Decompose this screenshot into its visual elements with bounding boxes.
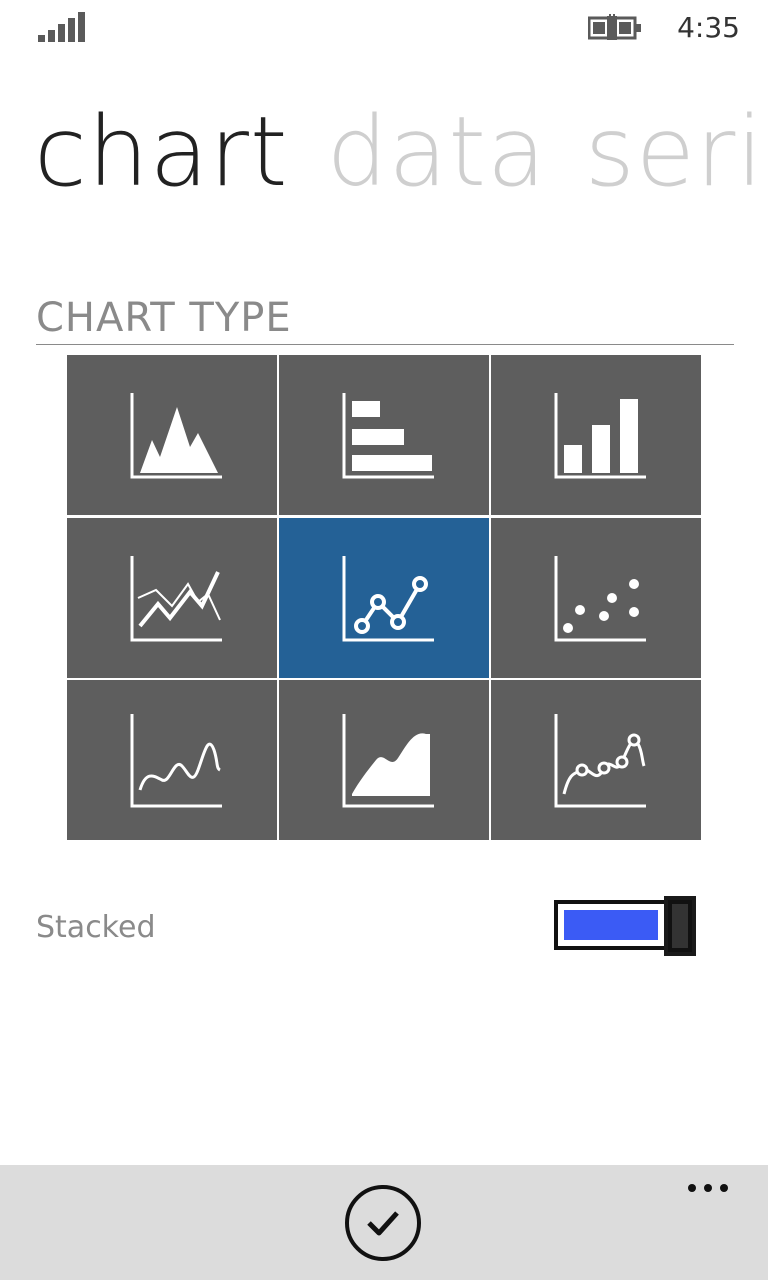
pivot-header: chart data series xyxy=(34,92,768,212)
pivot-item-data[interactable]: data xyxy=(327,96,547,208)
toggle-fill xyxy=(564,910,658,940)
scatter-chart-icon xyxy=(554,556,646,642)
chart-type-tile-line-markers[interactable] xyxy=(279,518,489,678)
spline-markers-chart-icon xyxy=(554,714,646,808)
chart-type-tile-vertical-bar[interactable] xyxy=(491,355,701,515)
status-bar: 4:35 xyxy=(0,0,768,56)
horizontal-bar-chart-icon xyxy=(342,393,434,479)
signal-strength-icon xyxy=(38,12,86,42)
checkmark-icon xyxy=(367,1211,399,1236)
chart-type-heading: CHART TYPE xyxy=(36,295,292,341)
chart-type-tile-scatter[interactable] xyxy=(491,518,701,678)
smooth-area-chart-icon xyxy=(342,714,434,808)
spline-chart-icon xyxy=(130,714,222,808)
vertical-bar-chart-icon xyxy=(554,393,646,479)
stacked-toggle-switch[interactable] xyxy=(554,896,696,956)
multi-line-chart-icon xyxy=(130,556,222,642)
pivot-item-series[interactable]: series xyxy=(585,96,768,208)
chart-type-tile-smooth-area[interactable] xyxy=(279,680,489,840)
chart-type-tile-spline-markers[interactable] xyxy=(491,680,701,840)
section-divider xyxy=(36,344,734,345)
chart-type-tile-multi-line[interactable] xyxy=(67,518,277,678)
line-markers-chart-icon xyxy=(342,556,434,642)
pivot-item-chart[interactable]: chart xyxy=(34,96,289,208)
chart-type-tile-horizontal-bar[interactable] xyxy=(279,355,489,515)
app-bar xyxy=(0,1165,768,1280)
confirm-button[interactable] xyxy=(345,1185,421,1261)
battery-charging-icon xyxy=(588,14,641,40)
toggle-thumb[interactable] xyxy=(664,896,696,956)
chart-type-tile-spline[interactable] xyxy=(67,680,277,840)
chart-type-tile-area-peaks[interactable] xyxy=(67,355,277,515)
clock: 4:35 xyxy=(677,11,740,44)
area-peaks-chart-icon xyxy=(130,393,222,479)
ellipsis-icon[interactable] xyxy=(684,1175,734,1199)
stacked-label: Stacked xyxy=(36,910,156,945)
chart-type-grid xyxy=(67,355,701,840)
